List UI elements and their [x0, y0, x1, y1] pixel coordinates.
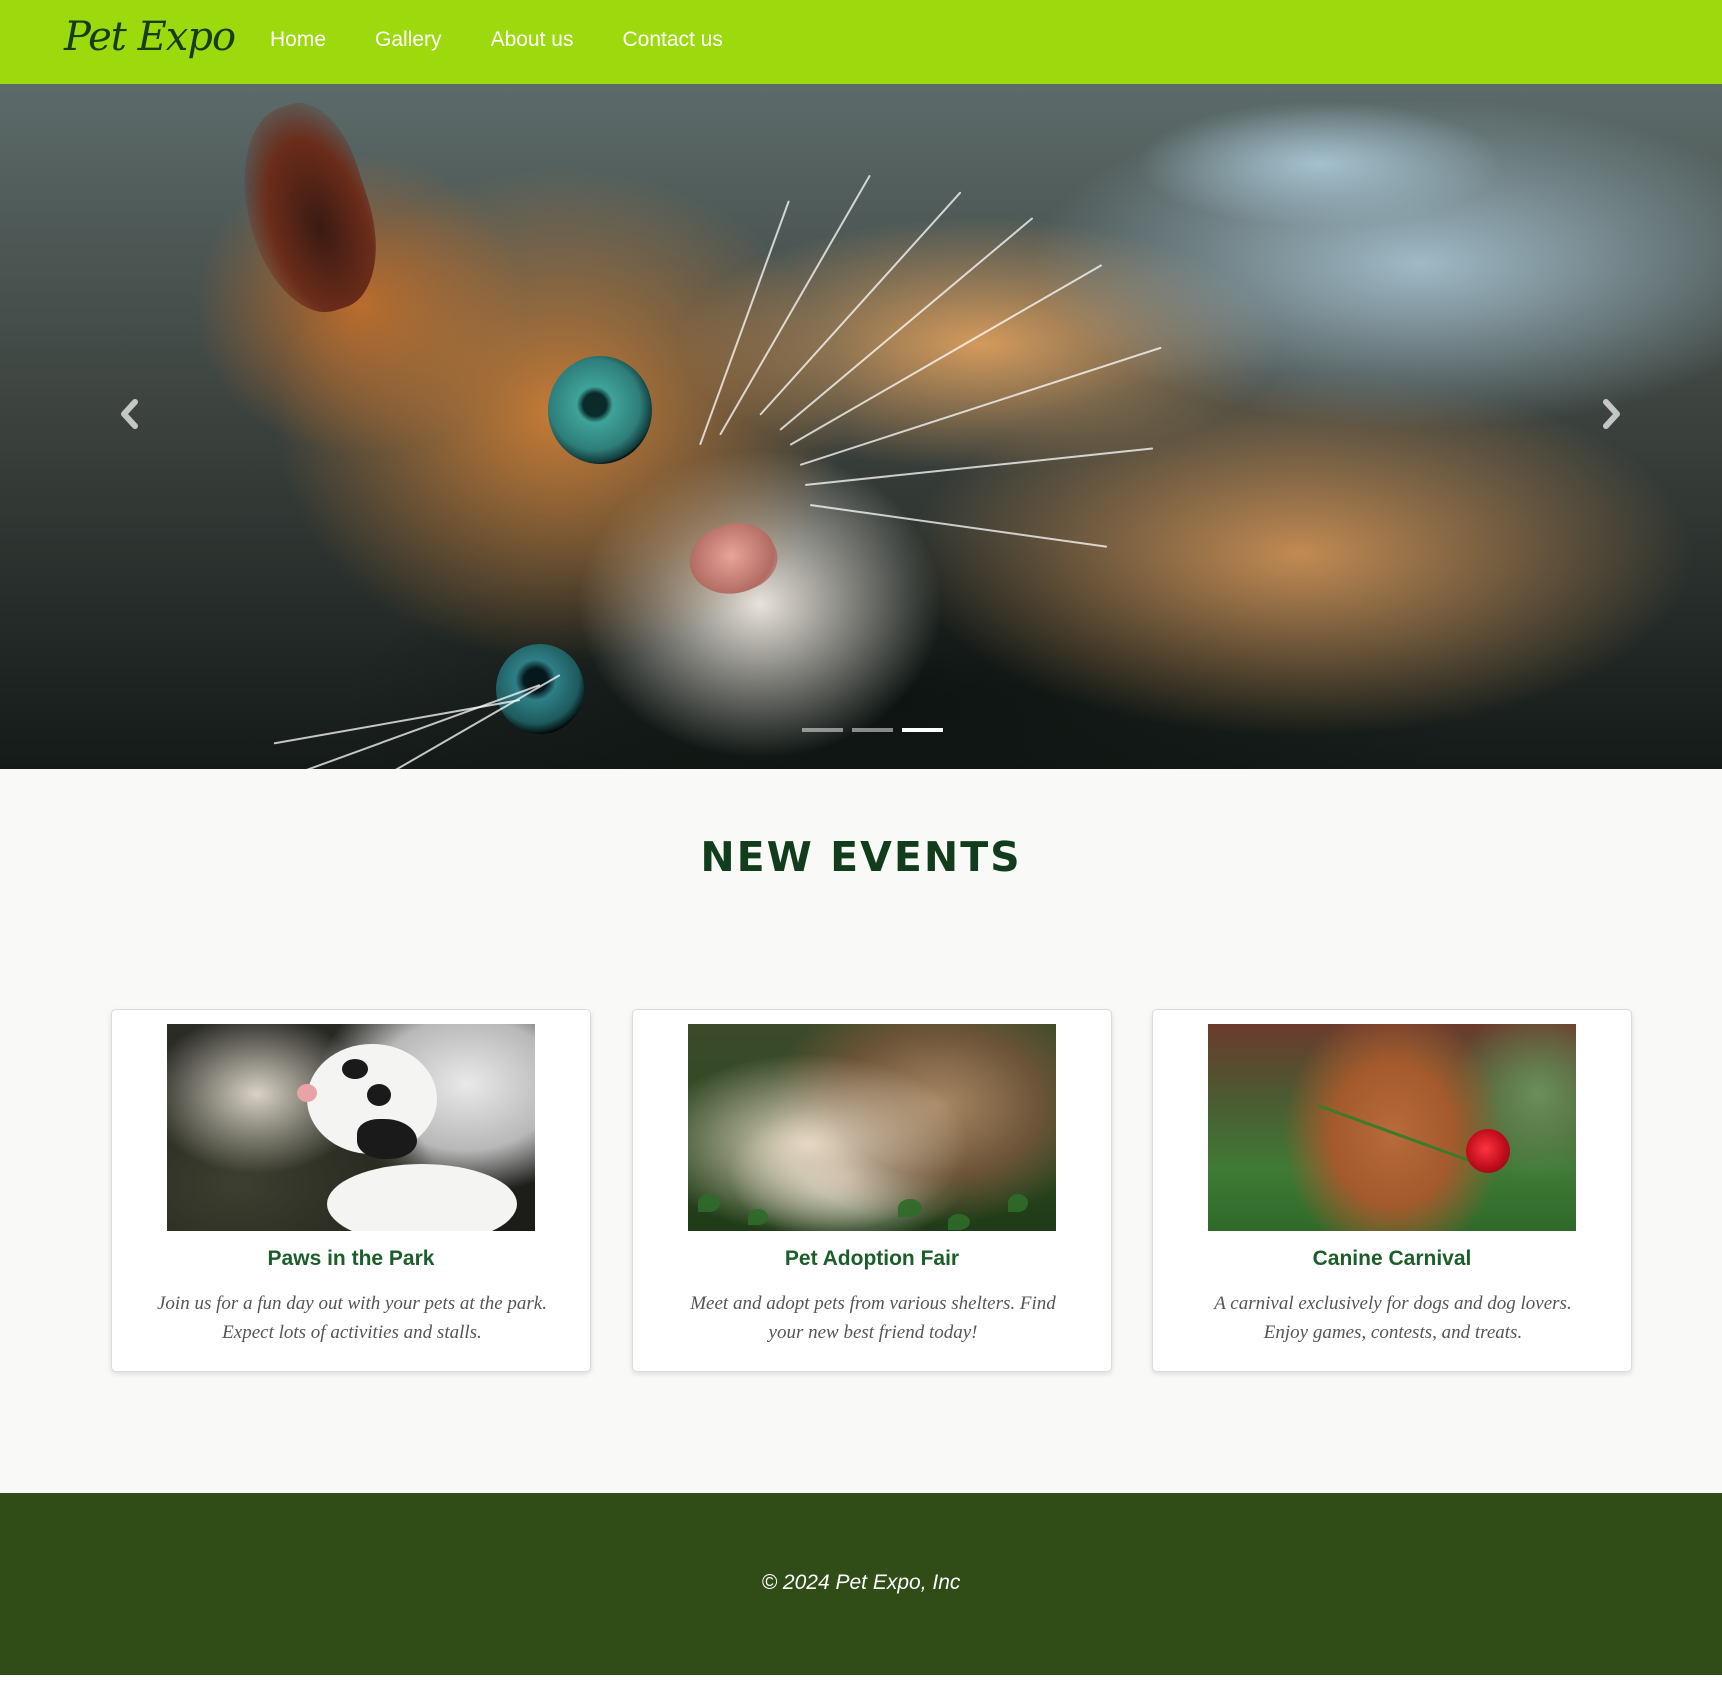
footer-copyright: © 2024 Pet Expo, Inc [761, 1571, 961, 1594]
card-title: Canine Carnival [1312, 1247, 1472, 1270]
events-section: NEW EVENTS Paws in the Park Join us for … [0, 769, 1722, 1493]
section-title: NEW EVENTS [700, 833, 1022, 881]
card-title: Pet Adoption Fair [784, 1247, 960, 1270]
cat-whisker [804, 447, 1154, 486]
event-card[interactable]: Paws in the Park Join us for a fun day o… [111, 1009, 591, 1372]
nav-link-contact[interactable]: Contact us [622, 28, 722, 52]
brand-logo[interactable]: Pet Expo [64, 14, 236, 60]
hero-carousel [0, 84, 1722, 769]
cat-eye [548, 356, 652, 464]
carousel-indicator-2[interactable] [852, 728, 893, 732]
nav-links: Home Gallery About us Contact us [270, 28, 723, 52]
carousel-indicator-3[interactable] [902, 728, 943, 732]
cat-and-dog-image [688, 1024, 1056, 1231]
dog-with-rose-image [1208, 1024, 1576, 1231]
cat-ear [218, 90, 398, 328]
nav-link-about[interactable]: About us [491, 28, 574, 52]
carousel-prev-button[interactable] [110, 384, 150, 444]
footer: © 2024 Pet Expo, Inc [0, 1493, 1722, 1675]
carousel-indicators [802, 728, 943, 732]
navbar: Pet Expo Home Gallery About us Contact u… [0, 0, 1722, 84]
cat-paw-image [167, 1024, 535, 1231]
card-text: Meet and adopt pets from various shelter… [690, 1293, 1056, 1343]
cat-nose [679, 509, 787, 609]
page-bottom [0, 1675, 1722, 1706]
chevron-right-icon [1603, 399, 1620, 429]
event-card[interactable]: Canine Carnival A carnival exclusively f… [1152, 1009, 1632, 1372]
carousel-indicator-1[interactable] [802, 728, 843, 732]
event-card[interactable]: Pet Adoption Fair Meet and adopt pets fr… [632, 1009, 1112, 1372]
cat-whisker [809, 504, 1108, 548]
cat-whisker [699, 200, 790, 446]
cat-whisker [719, 174, 871, 436]
cat-eye [496, 644, 584, 734]
chevron-left-icon [121, 399, 138, 429]
nav-link-home[interactable]: Home [270, 28, 326, 52]
nav-link-gallery[interactable]: Gallery [375, 28, 442, 52]
card-text: Join us for a fun day out with your pets… [156, 1293, 547, 1343]
card-title: Paws in the Park [267, 1247, 435, 1270]
carousel-next-button[interactable] [1591, 384, 1631, 444]
card-text: A carnival exclusively for dogs and dog … [1214, 1293, 1572, 1343]
